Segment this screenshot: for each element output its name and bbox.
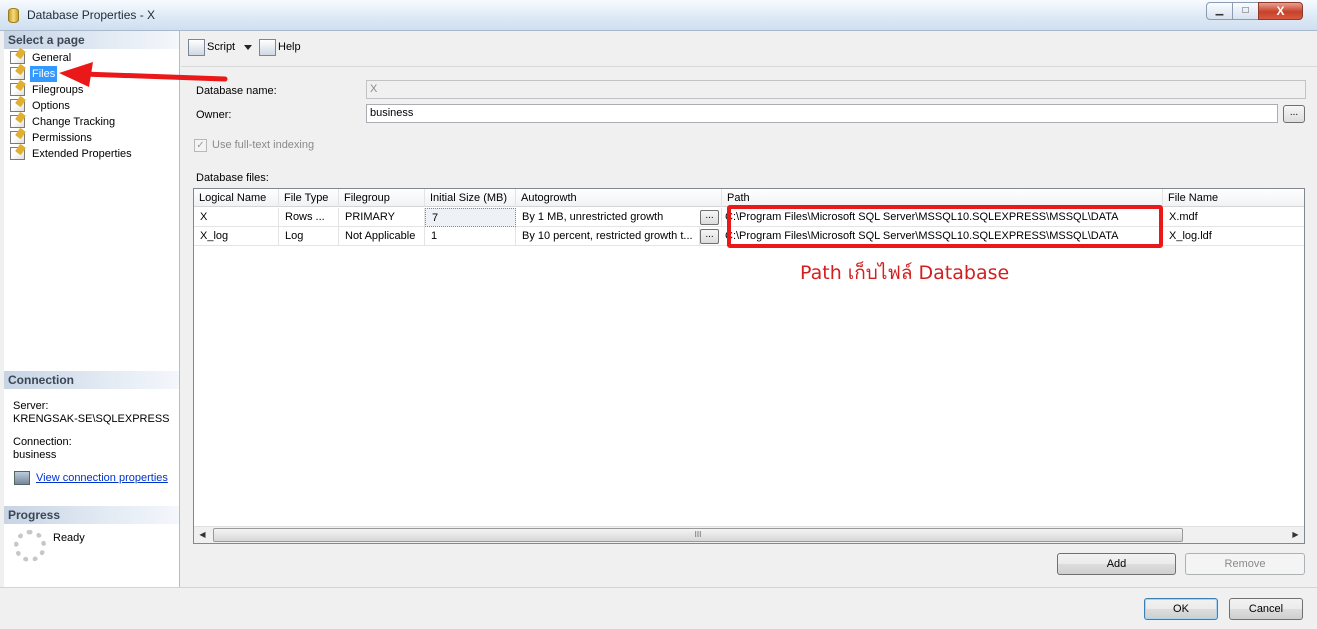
- page-icon: [10, 83, 25, 96]
- page-icon: [10, 99, 25, 112]
- page-icon: [10, 115, 25, 128]
- toolbar: Script Help: [181, 31, 1317, 67]
- page-item-permissions[interactable]: Permissions: [4, 130, 179, 146]
- connection-label: Connection:: [13, 436, 72, 448]
- col-file-type[interactable]: File Type: [279, 189, 339, 207]
- cell-file-name[interactable]: X.mdf: [1163, 208, 1304, 227]
- scroll-thumb[interactable]: III: [213, 528, 1183, 542]
- autogrowth-browse-button[interactable]: ...: [700, 229, 719, 244]
- red-arrow-icon: [59, 62, 228, 87]
- dialog-footer: OK Cancel: [0, 587, 1317, 629]
- progress-spinner-icon: [14, 530, 46, 562]
- cancel-button[interactable]: Cancel: [1229, 598, 1303, 620]
- maximize-button[interactable]: □: [1232, 2, 1259, 20]
- main-panel: Script Help Database name: X Owner: busi…: [181, 31, 1317, 587]
- page-icon: [10, 131, 25, 144]
- window-title: Database Properties - X: [27, 8, 156, 22]
- cell-logical-name[interactable]: X: [194, 208, 279, 227]
- owner-label: Owner:: [196, 109, 232, 121]
- add-button[interactable]: Add: [1057, 553, 1176, 575]
- database-name-field: X: [366, 80, 1306, 99]
- cell-logical-name[interactable]: X_log: [194, 227, 279, 246]
- horizontal-scrollbar[interactable]: ◀ III ▶: [194, 526, 1304, 543]
- fulltext-checkbox: ✓: [194, 139, 207, 152]
- col-initial-size[interactable]: Initial Size (MB): [425, 189, 516, 207]
- scroll-left-icon[interactable]: ◀: [194, 527, 211, 543]
- cell-autogrowth[interactable]: By 10 percent, restricted growth t...: [516, 227, 700, 246]
- window-controls: ▁ □ X: [1206, 2, 1303, 20]
- database-files-label: Database files:: [196, 172, 269, 184]
- select-page-header: Select a page: [4, 31, 179, 49]
- cell-filegroup[interactable]: Not Applicable: [339, 227, 425, 246]
- server-value: KRENGSAK-SE\SQLEXPRESS: [13, 413, 170, 425]
- chevron-down-icon[interactable]: [244, 45, 252, 50]
- connection-section: Connection Server: KRENGSAK-SE\SQLEXPRES…: [4, 371, 179, 485]
- col-logical-name[interactable]: Logical Name: [194, 189, 279, 207]
- page-item-options[interactable]: Options: [4, 98, 179, 114]
- help-button[interactable]: Help: [278, 41, 301, 53]
- connection-header: Connection: [4, 371, 179, 389]
- autogrowth-browse-button[interactable]: ...: [700, 210, 719, 225]
- progress-section: Progress Ready: [4, 506, 179, 562]
- page-icon: [10, 147, 25, 160]
- cell-file-name[interactable]: X_log.ldf: [1163, 227, 1304, 246]
- connection-value: business: [13, 449, 57, 461]
- path-highlight-box: [727, 205, 1163, 248]
- minimize-button[interactable]: ▁: [1206, 2, 1233, 20]
- progress-status: Ready: [53, 532, 85, 544]
- server-label: Server:: [13, 400, 49, 412]
- page-icon: [10, 67, 25, 80]
- title-bar: Database Properties - X ▁ □ X: [0, 0, 1317, 31]
- script-icon: [188, 39, 205, 56]
- database-icon: [8, 8, 19, 23]
- cell-initial-size[interactable]: 7: [425, 208, 516, 227]
- script-button[interactable]: Script: [207, 41, 235, 53]
- close-button[interactable]: X: [1258, 2, 1303, 20]
- cell-file-type[interactable]: Log: [279, 227, 339, 246]
- page-item-extended-properties[interactable]: Extended Properties: [4, 146, 179, 162]
- cell-autogrowth[interactable]: By 1 MB, unrestricted growth: [516, 208, 722, 227]
- help-icon: [259, 39, 276, 56]
- remove-button: Remove: [1185, 553, 1305, 575]
- col-filegroup[interactable]: Filegroup: [339, 189, 425, 207]
- scroll-right-icon[interactable]: ▶: [1287, 527, 1304, 543]
- owner-field[interactable]: business: [366, 104, 1278, 123]
- cell-initial-size[interactable]: 1: [425, 227, 516, 246]
- connection-properties-icon: [14, 471, 30, 485]
- page-icon: [10, 51, 25, 64]
- owner-browse-button[interactable]: ...: [1283, 105, 1305, 123]
- col-autogrowth[interactable]: Autogrowth: [516, 189, 722, 207]
- cell-file-type[interactable]: Rows ...: [279, 208, 339, 227]
- cell-filegroup[interactable]: PRIMARY: [339, 208, 425, 227]
- left-panel: Select a page General Files Filegroups O…: [4, 31, 180, 587]
- page-item-change-tracking[interactable]: Change Tracking: [4, 114, 179, 130]
- ok-button[interactable]: OK: [1144, 598, 1218, 620]
- view-connection-properties-link[interactable]: View connection properties: [4, 471, 179, 485]
- path-annotation-text: Path เก็บไฟล์ Database: [800, 262, 1010, 284]
- fulltext-label: Use full-text indexing: [212, 139, 315, 151]
- progress-header: Progress: [4, 506, 179, 524]
- col-file-name[interactable]: File Name: [1163, 189, 1304, 207]
